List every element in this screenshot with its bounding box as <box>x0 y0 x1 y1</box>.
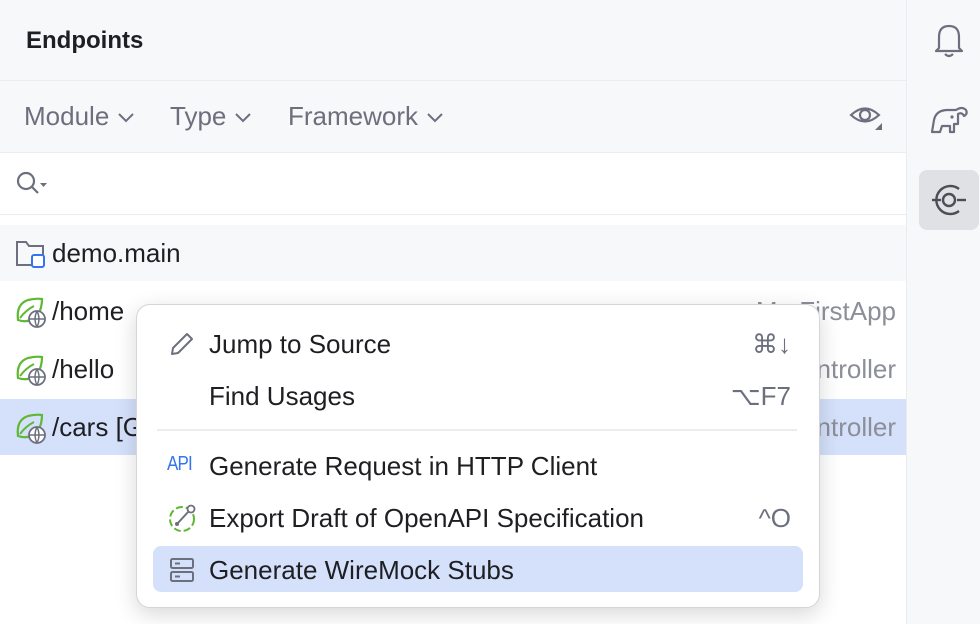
endpoint-path: /hello <box>52 354 114 385</box>
api-icon: API <box>167 453 193 483</box>
endpoints-icon <box>929 181 969 219</box>
framework-filter-label: Framework <box>288 101 418 132</box>
pencil-icon <box>167 329 197 359</box>
menu-item-label: Export Draft of OpenAPI Specification <box>209 503 644 534</box>
generate-wiremock-stubs-item[interactable]: Generate WireMock Stubs <box>153 546 803 592</box>
module-folder-icon <box>14 238 48 270</box>
menu-item-shortcut: ^O <box>759 503 791 534</box>
endpoint-path: /home <box>52 296 124 327</box>
module-filter[interactable]: Module <box>24 101 135 132</box>
chevron-down-icon <box>117 111 135 123</box>
openapi-icon <box>167 503 197 533</box>
filter-bar: Module Type Framework <box>0 81 906 153</box>
menu-item-label: Jump to Source <box>209 329 391 360</box>
find-usages-item[interactable]: Find Usages ⌥F7 <box>153 372 803 418</box>
panel-title: Endpoints <box>26 27 143 55</box>
type-filter[interactable]: Type <box>170 101 252 132</box>
module-filter-label: Module <box>24 101 109 132</box>
menu-item-label: Find Usages <box>209 381 355 412</box>
context-menu: Jump to Source ⌘↓ Find Usages ⌥F7 API Ge… <box>136 304 820 608</box>
export-openapi-item[interactable]: Export Draft of OpenAPI Specification ^O <box>153 494 803 540</box>
jump-to-source-item[interactable]: Jump to Source ⌘↓ <box>153 320 803 366</box>
generate-request-item[interactable]: API Generate Request in HTTP Client <box>153 442 803 488</box>
menu-separator <box>157 429 797 431</box>
search-icon <box>14 169 50 199</box>
panel-header: Endpoints <box>0 0 906 81</box>
menu-item-label: Generate Request in HTTP Client <box>209 451 597 482</box>
gradle-elephant-icon <box>928 102 970 138</box>
bell-icon <box>931 21 967 59</box>
spring-web-endpoint-icon <box>14 354 48 386</box>
endpoint-source: ntroller <box>817 354 896 385</box>
right-tool-window-bar <box>906 0 980 624</box>
chevron-down-icon <box>426 111 444 123</box>
spring-web-endpoint-icon <box>14 412 48 444</box>
gradle-tool-button[interactable] <box>919 90 979 150</box>
menu-item-shortcut: ⌘↓ <box>752 329 791 360</box>
view-options-button[interactable] <box>848 101 884 138</box>
chevron-down-icon <box>234 111 252 123</box>
endpoints-tool-button[interactable] <box>919 170 979 230</box>
framework-filter[interactable]: Framework <box>288 101 444 132</box>
type-filter-label: Type <box>170 101 226 132</box>
tree-group-label: demo.main <box>52 238 181 269</box>
server-stubs-icon <box>167 555 197 585</box>
endpoint-source: ntroller <box>817 412 896 443</box>
notifications-tool-button[interactable] <box>919 10 979 70</box>
search-field[interactable] <box>0 153 906 215</box>
spring-web-endpoint-icon <box>14 296 48 328</box>
tree-group-row[interactable]: demo.main <box>0 225 906 281</box>
menu-item-label: Generate WireMock Stubs <box>209 555 514 586</box>
endpoint-path: /cars [G <box>52 412 143 443</box>
eye-icon <box>848 101 884 133</box>
menu-item-shortcut: ⌥F7 <box>731 381 791 412</box>
